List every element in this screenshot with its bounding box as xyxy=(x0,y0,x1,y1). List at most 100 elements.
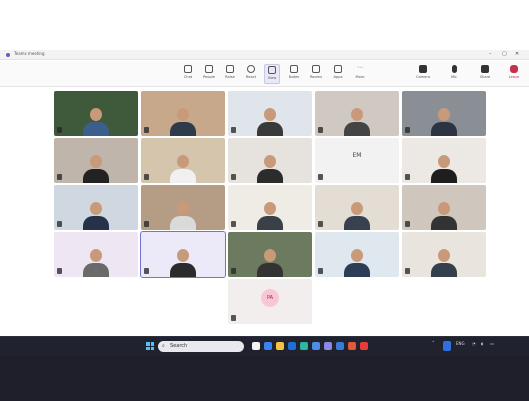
wifi-icon[interactable]: ◔ xyxy=(472,341,476,346)
participant-name xyxy=(318,268,324,274)
participant-tile[interactable] xyxy=(315,91,399,136)
chat-button[interactable]: Chat xyxy=(180,64,196,84)
minimize-button[interactable]: – xyxy=(489,51,492,57)
share-icon xyxy=(481,65,489,73)
office-icon[interactable] xyxy=(348,342,356,350)
participant-tile[interactable] xyxy=(228,185,312,230)
participant-tile[interactable] xyxy=(141,91,225,136)
hand-icon xyxy=(226,65,234,73)
participant-name xyxy=(405,127,411,133)
people-button-label: People xyxy=(203,75,215,79)
participant-name xyxy=(144,268,150,274)
teams-icon[interactable] xyxy=(324,342,332,350)
participant-tile[interactable] xyxy=(228,232,312,277)
windows-start-button[interactable] xyxy=(146,342,154,350)
view-button[interactable]: View xyxy=(264,64,280,84)
edge-icon[interactable] xyxy=(300,342,308,350)
participant-tile[interactable]: PA xyxy=(228,279,312,324)
leave-button-label: Leave xyxy=(508,75,520,79)
camera-icon xyxy=(419,65,427,73)
mic-button[interactable]: Mic xyxy=(443,64,465,84)
maximize-button[interactable]: ▢ xyxy=(502,51,507,57)
search-icon: ⌕ xyxy=(162,343,165,349)
participant-tile[interactable] xyxy=(54,185,138,230)
participant-video xyxy=(170,108,196,136)
outlook-icon[interactable] xyxy=(288,342,296,350)
rooms-button[interactable]: Rooms xyxy=(308,64,324,84)
participant-gallery: EM PA xyxy=(0,88,529,336)
leave-button[interactable]: Leave xyxy=(506,64,522,84)
participant-video xyxy=(431,155,457,183)
share-button-label: Share xyxy=(479,75,491,79)
participant-name xyxy=(57,174,63,180)
participant-tile[interactable] xyxy=(54,138,138,183)
participant-tile[interactable] xyxy=(402,91,486,136)
participant-video xyxy=(83,108,109,136)
participant-tile[interactable] xyxy=(402,138,486,183)
participant-initials: EM xyxy=(352,152,362,159)
mic-icon xyxy=(451,65,457,73)
participant-video xyxy=(344,249,370,277)
notification-icon[interactable] xyxy=(443,341,451,351)
window-title: Teams meeting xyxy=(14,51,45,56)
chat-button-label: Chat xyxy=(183,75,193,79)
participant-video xyxy=(431,202,457,230)
participant-tile[interactable] xyxy=(141,138,225,183)
settings-icon[interactable] xyxy=(336,342,344,350)
participant-tile[interactable] xyxy=(140,231,226,278)
view-button-label: View xyxy=(267,76,277,80)
participant-name xyxy=(231,174,237,180)
mic-button-label: Mic xyxy=(450,75,458,79)
react-button[interactable]: React xyxy=(243,64,259,84)
participant-tile[interactable]: EM xyxy=(315,138,399,183)
meeting-toolbar: Chat People Raise React View Notes Rooms xyxy=(0,61,529,87)
participant-video xyxy=(257,108,283,136)
participant-video xyxy=(83,249,109,277)
participant-name xyxy=(231,221,237,227)
chevron-up-icon[interactable]: ˄ xyxy=(432,341,435,347)
widgets-icon[interactable] xyxy=(264,342,272,350)
share-button[interactable]: Share xyxy=(474,64,496,84)
search-label: Search xyxy=(170,343,188,349)
more-button[interactable]: ⋯ More xyxy=(352,64,368,84)
notes-icon xyxy=(290,65,298,73)
volume-icon[interactable]: ◖ xyxy=(481,341,483,346)
participant-tile[interactable] xyxy=(315,232,399,277)
people-button[interactable]: People xyxy=(201,64,217,84)
participant-video xyxy=(170,155,196,183)
participant-tile[interactable] xyxy=(54,232,138,277)
task-view-icon[interactable] xyxy=(252,342,260,350)
battery-icon[interactable]: ▭ xyxy=(490,341,494,346)
app-icon[interactable] xyxy=(360,342,368,350)
camera-button[interactable]: Camera xyxy=(412,64,434,84)
participant-video xyxy=(431,249,457,277)
language-indicator[interactable]: ENG xyxy=(456,341,465,346)
smiley-icon xyxy=(247,65,255,73)
file-explorer-icon[interactable] xyxy=(276,342,284,350)
participant-tile[interactable] xyxy=(402,232,486,277)
more-button-label: More xyxy=(355,75,365,79)
apps-button[interactable]: Apps xyxy=(330,64,346,84)
taskbar-search-box[interactable]: ⌕ Search xyxy=(158,341,244,352)
chrome-icon[interactable] xyxy=(312,342,320,350)
participant-tile[interactable] xyxy=(141,185,225,230)
rooms-button-label: Rooms xyxy=(309,75,323,79)
participant-video xyxy=(344,108,370,136)
participant-video xyxy=(257,155,283,183)
participant-tile[interactable] xyxy=(228,138,312,183)
participant-name xyxy=(144,127,150,133)
close-window-button[interactable]: ✕ xyxy=(515,51,519,57)
notes-button[interactable]: Notes xyxy=(286,64,302,84)
participant-video xyxy=(431,108,457,136)
participant-initials: PA xyxy=(261,289,279,307)
participant-name xyxy=(405,174,411,180)
participant-tile[interactable] xyxy=(315,185,399,230)
phone-icon xyxy=(510,65,518,73)
chat-icon xyxy=(184,65,192,73)
participant-tile[interactable] xyxy=(228,91,312,136)
participant-tile[interactable] xyxy=(402,185,486,230)
participant-video xyxy=(257,202,283,230)
participant-tile[interactable] xyxy=(54,91,138,136)
raise-hand-button-label: Raise xyxy=(225,75,235,79)
raise-hand-button[interactable]: Raise xyxy=(222,64,238,84)
